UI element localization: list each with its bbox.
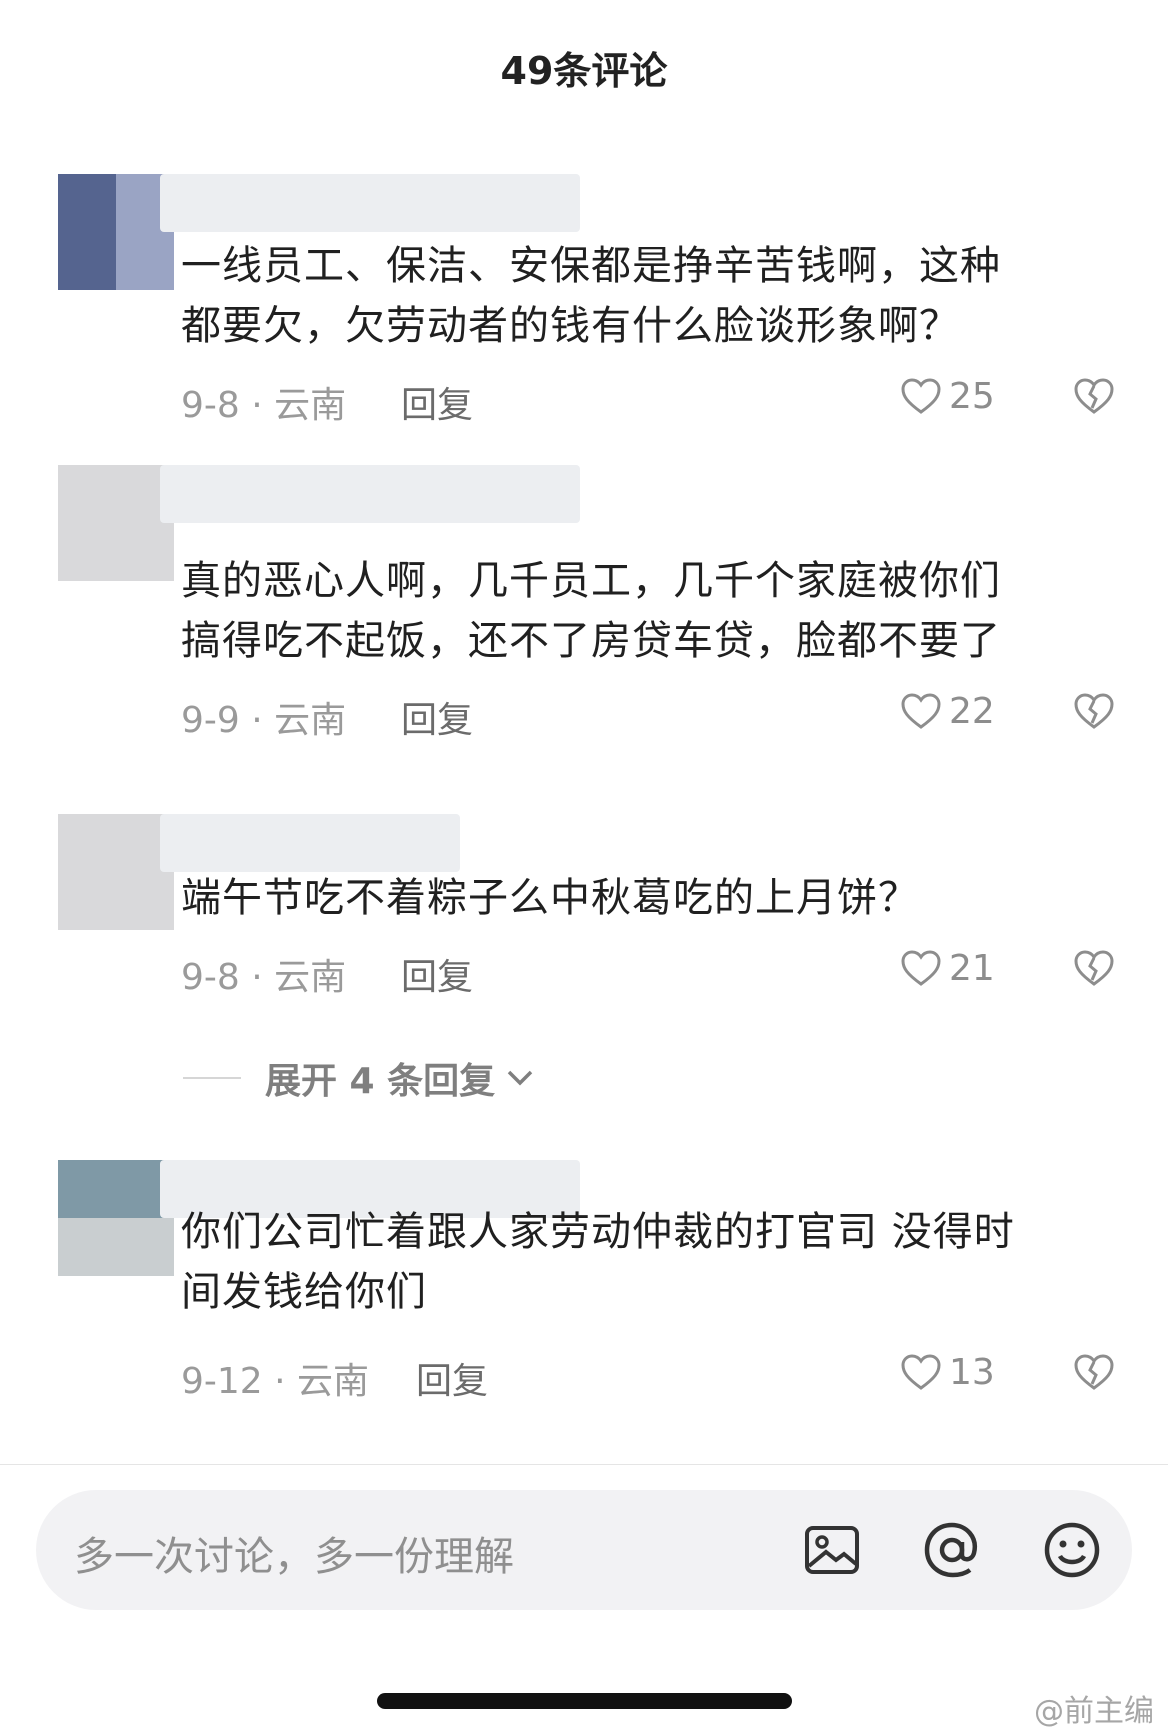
expand-replies-button[interactable]: 展开 4 条回复 (183, 1052, 535, 1104)
username-blurred[interactable] (160, 814, 460, 872)
comment-input-bar[interactable]: 多一次讨论，多一份理解 (36, 1490, 1132, 1610)
image-button[interactable] (802, 1520, 862, 1580)
dislike-button[interactable] (1074, 378, 1114, 425)
comment-meta: 9-8 · 云南 回复 21 (181, 948, 1131, 998)
weibo-watermark: @前主编 (1034, 1694, 1154, 1729)
comment-meta: 9-8 · 云南 回复 25 (181, 376, 1131, 426)
reply-button[interactable]: 回复 (401, 376, 473, 428)
username-blurred[interactable] (160, 465, 580, 523)
mention-button[interactable] (922, 1520, 982, 1580)
dislike-button[interactable] (1074, 950, 1114, 997)
avatar[interactable] (58, 174, 174, 290)
comment-meta: 9-9 · 云南 回复 22 (181, 691, 1131, 741)
like-button[interactable]: 22 (901, 691, 995, 732)
comment-text: 端午节吃不着粽子么中秋葛吃的上月饼？ (181, 875, 919, 921)
avatar[interactable] (58, 814, 174, 930)
broken-heart-icon (1074, 1354, 1114, 1390)
like-count: 25 (949, 376, 995, 417)
comment-meta: 9-12 · 云南 回复 13 (181, 1352, 1131, 1402)
comment-input-placeholder[interactable]: 多一次讨论，多一份理解 (74, 1524, 514, 1582)
reply-button[interactable]: 回复 (401, 948, 473, 1000)
like-count: 22 (949, 691, 995, 732)
avatar[interactable] (58, 1160, 174, 1276)
home-indicator[interactable] (377, 1693, 792, 1709)
image-icon (805, 1526, 859, 1574)
comment-text: 你们公司忙着跟人家劳动仲裁的打官司 没得时 间发钱给你们 (181, 1209, 1015, 1315)
heart-icon (901, 949, 941, 986)
comment-text: 真的恶心人啊，几千员工，几千个家庭被你们 搞得吃不起饭，还不了房贷车贷，脸都不要… (181, 558, 1001, 664)
like-count: 21 (949, 948, 995, 989)
heart-icon (901, 377, 941, 414)
username-blurred[interactable] (160, 174, 580, 232)
like-button[interactable]: 13 (901, 1352, 995, 1393)
broken-heart-icon (1074, 378, 1114, 414)
input-divider (0, 1464, 1168, 1465)
like-button[interactable]: 25 (901, 376, 995, 417)
like-count: 13 (949, 1352, 995, 1393)
emoji-icon (1044, 1522, 1100, 1578)
dislike-button[interactable] (1074, 693, 1114, 740)
heart-icon (901, 1353, 941, 1390)
comments-count-title: 49条评论 (500, 49, 668, 93)
emoji-button[interactable] (1042, 1520, 1102, 1580)
expand-replies-label: 展开 4 条回复 (265, 1061, 496, 1102)
comment-text: 一线员工、保洁、安保都是挣辛苦钱啊，这种 都要欠，欠劳动者的钱有什么脸谈形象啊？ (181, 243, 1001, 349)
comment-date: 9-8 · 云南 (181, 957, 347, 998)
expand-divider-line (183, 1077, 241, 1079)
heart-icon (901, 692, 941, 729)
avatar[interactable] (58, 465, 174, 581)
comment-date: 9-8 · 云南 (181, 385, 347, 426)
like-button[interactable]: 21 (901, 948, 995, 989)
comment-date: 9-12 · 云南 (181, 1361, 370, 1402)
broken-heart-icon (1074, 693, 1114, 729)
comment-date: 9-9 · 云南 (181, 700, 347, 741)
broken-heart-icon (1074, 950, 1114, 986)
reply-button[interactable]: 回复 (416, 1352, 488, 1404)
reply-button[interactable]: 回复 (401, 691, 473, 743)
chevron-down-icon (507, 1070, 533, 1086)
dislike-button[interactable] (1074, 1354, 1114, 1401)
at-icon (924, 1522, 978, 1578)
